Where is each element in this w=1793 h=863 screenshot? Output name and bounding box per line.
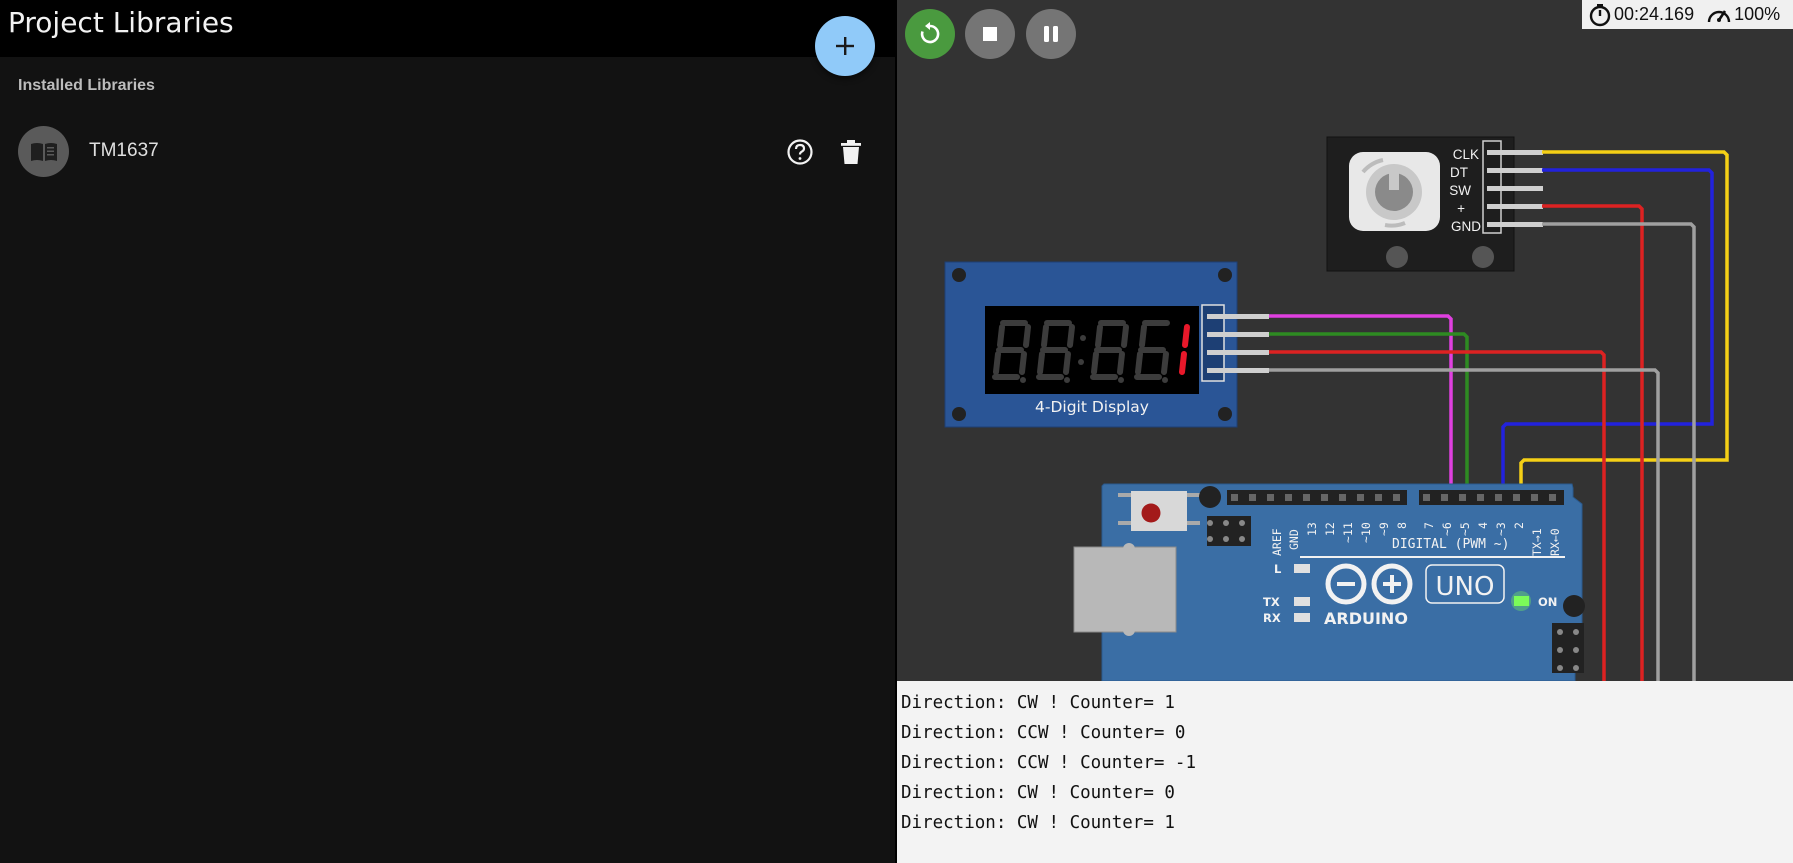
library-delete-button[interactable] xyxy=(838,138,864,166)
pin-label: ~5 xyxy=(1458,522,1472,536)
arduino-brand: ARDUINO xyxy=(1324,609,1408,628)
stop-button[interactable] xyxy=(965,9,1015,59)
pause-icon xyxy=(1044,26,1058,42)
display-label: 4-Digit Display xyxy=(1035,398,1149,416)
encoder-pin-label: CLK xyxy=(1453,147,1479,162)
speedometer-icon xyxy=(1707,9,1731,22)
restart-icon xyxy=(920,22,940,44)
led-label: L xyxy=(1274,562,1282,576)
rotary-encoder[interactable]: CLK DT SW + GND xyxy=(1326,136,1543,272)
encoder-pin-label: GND xyxy=(1451,219,1481,234)
sim-timer: 00:24.169 xyxy=(1614,4,1695,24)
pin-label: ~6 xyxy=(1440,522,1454,536)
simulator-canvas: CLK DT SW + GND 4-Digit Display AREF GND… xyxy=(897,0,1793,681)
serial-monitor[interactable]: Direction: CW ! Counter= 1 Direction: CC… xyxy=(897,681,1793,863)
pin-label: 2 xyxy=(1512,522,1526,529)
library-item: TM1637 xyxy=(18,126,878,178)
restart-button[interactable] xyxy=(905,9,955,59)
library-avatar xyxy=(18,126,69,177)
help-icon xyxy=(787,139,813,165)
sim-speed: 100% xyxy=(1734,4,1781,24)
pin-label: 7 xyxy=(1422,522,1436,529)
library-help-button[interactable] xyxy=(786,138,814,166)
pin-label: GND xyxy=(1287,529,1301,550)
stop-icon xyxy=(983,27,997,41)
pin-label: 8 xyxy=(1395,522,1409,529)
serial-line: Direction: CW ! Counter= 0 xyxy=(901,783,1175,803)
encoder-pin-label: SW xyxy=(1449,183,1471,198)
serial-line: Direction: CCW ! Counter= 0 xyxy=(901,723,1186,743)
pin-label: ~11 xyxy=(1341,522,1355,543)
arduino-uno-board[interactable]: AREF GND 13 12 ~11 ~10 ~9 8 7 ~6 ~5 4 ~3… xyxy=(1073,483,1585,681)
pin-label: RX←0 xyxy=(1548,528,1562,556)
led-label: RX xyxy=(1263,611,1281,625)
pin-label: 4 xyxy=(1476,522,1490,529)
pin-label: 12 xyxy=(1323,522,1337,536)
pin-label: AREF xyxy=(1270,528,1284,556)
serial-line: Direction: CW ! Counter= 1 xyxy=(901,693,1175,713)
circuit-diagram: CLK DT SW + GND 4-Digit Display AREF GND… xyxy=(944,136,1729,681)
pin-label: TX→1 xyxy=(1530,528,1544,556)
section-label: Installed Libraries xyxy=(18,77,155,94)
plus-icon xyxy=(836,37,854,55)
pin-label: ~10 xyxy=(1359,522,1373,543)
page-title: Project Libraries xyxy=(8,6,234,39)
pin-label: 13 xyxy=(1305,522,1319,536)
pin-label: ~9 xyxy=(1377,522,1391,536)
trash-icon xyxy=(841,140,861,164)
pin-label: ~3 xyxy=(1494,522,1508,536)
serial-line: Direction: CCW ! Counter= -1 xyxy=(901,753,1197,773)
libraries-header: Project Libraries xyxy=(0,0,895,57)
book-icon xyxy=(30,142,57,161)
add-library-button[interactable] xyxy=(815,16,875,76)
encoder-pin-label: + xyxy=(1457,201,1465,216)
arduino-model: UNO xyxy=(1436,572,1495,602)
serial-line: Direction: CW ! Counter= 1 xyxy=(901,813,1175,833)
encoder-pin-label: DT xyxy=(1450,165,1468,180)
library-name: TM1637 xyxy=(89,140,159,161)
simulation-status: 00:24.169 100% xyxy=(1582,0,1793,29)
pause-button[interactable] xyxy=(1026,9,1076,59)
four-digit-display[interactable]: 4-Digit Display xyxy=(944,261,1269,428)
power-label: ON xyxy=(1538,595,1557,609)
led-label: TX xyxy=(1263,595,1280,609)
libraries-panel: Project Libraries Installed Libraries TM… xyxy=(0,0,895,863)
digital-pins-label: DIGITAL (PWM ~) xyxy=(1392,537,1509,552)
stopwatch-icon xyxy=(1589,3,1611,26)
